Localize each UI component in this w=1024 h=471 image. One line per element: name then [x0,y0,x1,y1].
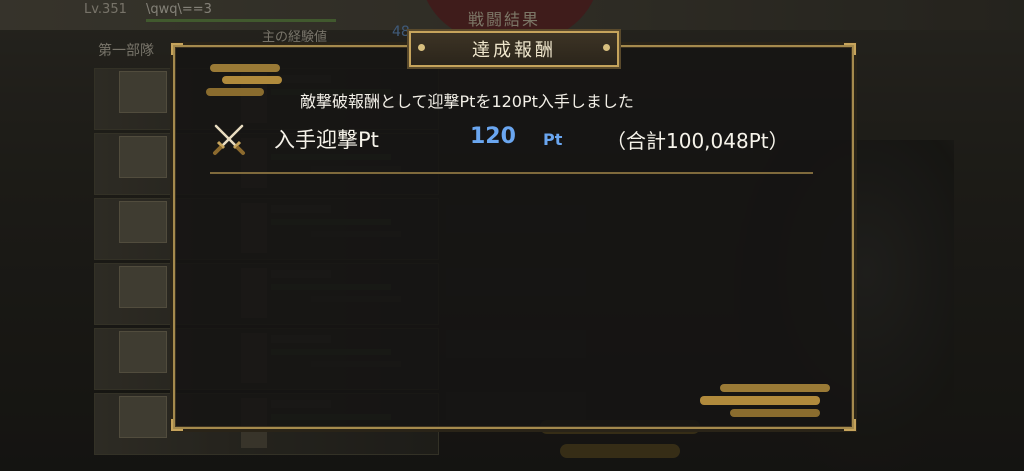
dialog-title-plaque: 達成報酬 [409,31,619,67]
gold-cloud-icon [206,64,282,96]
frame-corner [171,419,183,431]
reward-total: （合計100,048Pt） [606,129,789,153]
reward-amount: 120 [470,124,516,149]
frame-corner [171,43,183,55]
reward-row: 入手迎撃Pt 120 Pt （合計100,048Pt） [212,118,812,162]
reward-message: 敵撃破報酬として迎撃Ptを120Pt入手しました [300,92,634,111]
crossed-swords-icon [213,124,245,155]
divider [210,172,813,174]
plaque-stud [603,44,610,51]
dialog-title: 達成報酬 [472,40,556,61]
frame-corner [844,43,856,55]
gold-cloud-icon [700,384,830,417]
frame-corner [844,419,856,431]
reward-unit: Pt [543,130,563,149]
reward-label: 入手迎撃Pt [274,128,379,152]
